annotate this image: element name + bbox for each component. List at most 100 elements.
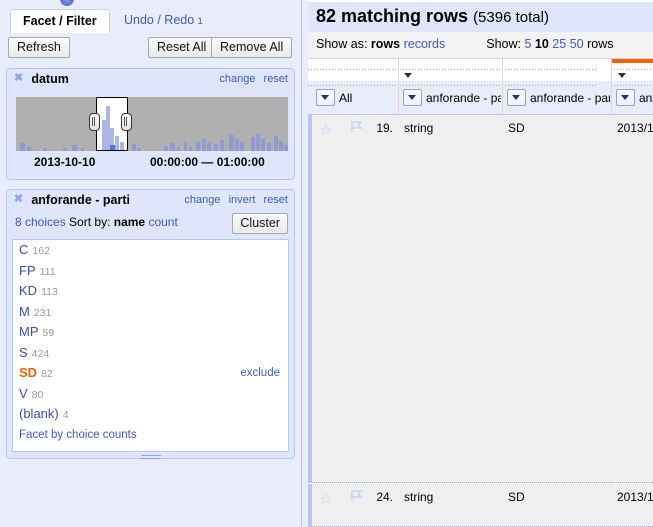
chevron-down-icon[interactable]: [404, 73, 412, 78]
choice-count: 59: [42, 327, 55, 339]
exclude-link[interactable]: exclude: [240, 363, 280, 384]
facet-toolbar: Refresh Reset All Remove All: [0, 33, 301, 62]
choice-label: S: [19, 344, 28, 360]
flag-icon[interactable]: [350, 120, 363, 133]
cluster-button[interactable]: Cluster: [232, 213, 288, 234]
choice-label: M: [19, 303, 30, 319]
timeline-labels: 2013-10-10 00:00:00 — 01:00:00: [16, 155, 288, 173]
table-row[interactable]: ☆ 19. string SD 2013/14: [308, 115, 653, 483]
chevron-down-icon[interactable]: [618, 73, 626, 78]
total-rows-count: (5396 total): [473, 9, 549, 26]
refresh-button[interactable]: Refresh: [8, 37, 70, 58]
column-header-label: anforande - part: [530, 90, 610, 105]
facet-parti-change-link[interactable]: change: [184, 194, 220, 206]
column-header-anfo-3[interactable]: anfo: [616, 89, 653, 114]
openrefine-window: Facet / Filter Undo / Redo 1 Refresh Res…: [0, 0, 653, 527]
resize-grip-icon[interactable]: [140, 455, 161, 461]
choice-label: KD: [19, 283, 38, 298]
choice-label: V: [19, 385, 28, 401]
column-menu-icon[interactable]: [616, 89, 635, 106]
choice-label: (blank): [19, 406, 59, 421]
row-selection-edge: [308, 484, 312, 527]
tab-facet-filter[interactable]: Facet / Filter: [10, 9, 110, 34]
column-header-anforande-part-1[interactable]: anforande - part: [403, 89, 501, 114]
choice-count: 80: [31, 388, 44, 401]
choice-count: 4: [62, 409, 69, 421]
choice-label: FP: [19, 262, 36, 278]
facet-datum-header: ✖ datum change reset: [7, 69, 294, 91]
facet-datum-change-link[interactable]: change: [219, 73, 255, 85]
list-item[interactable]: V 80: [13, 384, 288, 405]
data-grid: All anforande - part anforande - part an…: [308, 59, 653, 527]
column-menu-icon[interactable]: [316, 89, 335, 106]
tab-undo-redo[interactable]: Undo / Redo 1: [112, 9, 215, 32]
star-icon[interactable]: ☆: [319, 121, 332, 139]
choice-count: 82: [41, 368, 53, 380]
list-item[interactable]: KD 113: [13, 281, 288, 302]
sort-by-label: Sort by:: [69, 215, 111, 229]
column-menu-icon[interactable]: [403, 89, 422, 106]
list-item[interactable]: M 231: [13, 302, 288, 323]
choice-label: SD: [19, 365, 38, 380]
facet-choice-list: C 162 FP 111 KD 113 M 231 MP 59 S 424 SD…: [12, 239, 289, 452]
facet-parti-title: anforande - parti: [31, 192, 130, 207]
star-icon[interactable]: ☆: [319, 490, 332, 508]
facet-by-choice-counts-link[interactable]: Facet by choice counts: [13, 425, 288, 441]
list-item-selected[interactable]: SD 82 exclude: [13, 363, 288, 384]
close-icon[interactable]: ✖: [13, 194, 24, 205]
cell-value[interactable]: string: [404, 121, 498, 135]
tab-undo-redo-count: 1: [197, 16, 203, 26]
list-item[interactable]: FP 111: [13, 261, 288, 282]
sort-by-count[interactable]: count: [148, 215, 177, 229]
show-as-rows[interactable]: rows: [371, 37, 400, 51]
show-as-records[interactable]: records: [404, 37, 446, 51]
choices-count-label[interactable]: 8 choices: [15, 215, 66, 229]
choice-count: 111: [39, 265, 56, 278]
facet-datum-reset-link[interactable]: reset: [264, 73, 288, 85]
close-icon[interactable]: ✖: [13, 73, 24, 84]
app-logo-icon: [60, 0, 74, 6]
cell-value[interactable]: SD: [508, 121, 606, 135]
list-item[interactable]: C 162: [13, 240, 288, 261]
timeline-histogram[interactable]: [16, 97, 288, 151]
timeline-facet-body: 2013-10-10 00:00:00 — 01:00:00: [13, 93, 288, 177]
reset-all-button[interactable]: Reset All: [148, 37, 216, 58]
choice-count: 113: [41, 286, 58, 298]
sort-by-name[interactable]: name: [114, 215, 145, 229]
facet-resize-footer: [7, 452, 294, 466]
active-column-indicator: [612, 59, 653, 63]
column-menu-icon[interactable]: [507, 89, 526, 106]
list-item[interactable]: (blank) 4: [13, 404, 288, 425]
row-number: 19.: [376, 121, 393, 135]
column-header-label: anfo: [639, 90, 653, 105]
range-handle-left[interactable]: [89, 113, 100, 131]
column-header-anforande-part-2[interactable]: anforande - part: [507, 89, 610, 114]
timeline-range-label: 00:00:00 — 01:00:00: [150, 155, 265, 169]
data-table-panel: 82 matching rows (5396 total) Show as: r…: [308, 0, 653, 527]
page-size-10[interactable]: 10: [535, 37, 549, 51]
facet-parti-reset-link[interactable]: reset: [264, 194, 288, 206]
flag-icon[interactable]: [350, 489, 363, 502]
column-header-label: anforande - part: [426, 90, 501, 105]
cell-value[interactable]: 2013/14: [617, 121, 653, 135]
page-size-50[interactable]: 50: [570, 37, 584, 51]
cell-value[interactable]: string: [404, 490, 498, 504]
column-header-all[interactable]: All: [316, 89, 396, 114]
page-size-5[interactable]: 5: [524, 37, 531, 51]
timeline-date-label: 2013-10-10: [34, 155, 96, 169]
remove-all-button[interactable]: Remove All: [211, 37, 293, 58]
cell-value[interactable]: 2013/14: [617, 490, 653, 504]
facet-parti-invert-link[interactable]: invert: [229, 194, 256, 206]
list-item[interactable]: MP 59: [13, 322, 288, 343]
facet-datum: ✖ datum change reset 2013-10-10 00:00:00…: [6, 68, 295, 180]
page-size-group: Show: 5 10 25 50 rows: [486, 37, 613, 51]
cell-value[interactable]: SD: [508, 490, 606, 504]
page-size-25[interactable]: 25: [552, 37, 566, 51]
list-item[interactable]: S 424: [13, 343, 288, 364]
row-number: 24.: [376, 490, 393, 504]
facet-parti-header: ✖ anforande - parti change invert reset: [7, 190, 294, 212]
facet-list: ✖ datum change reset 2013-10-10 00:00:00…: [6, 68, 295, 480]
table-row[interactable]: ☆ 24. string SD 2013/14: [308, 484, 653, 527]
range-handle-right[interactable]: [121, 113, 132, 131]
facet-datum-title: datum: [31, 71, 69, 86]
